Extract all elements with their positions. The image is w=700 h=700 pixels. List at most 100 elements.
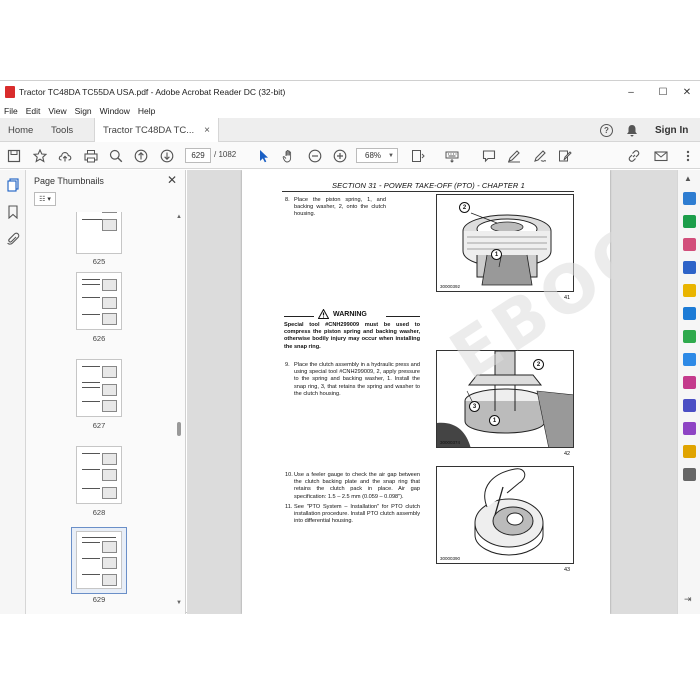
hydraulic-press-illustration bbox=[437, 351, 573, 447]
menu-help[interactable]: Help bbox=[138, 106, 155, 116]
more-tools-icon[interactable] bbox=[683, 468, 696, 481]
more-tools-button[interactable] bbox=[680, 148, 696, 164]
help-button[interactable]: ? bbox=[600, 118, 613, 142]
page-number-input[interactable]: 629 bbox=[185, 148, 211, 163]
scroll-up-icon[interactable]: ▲ bbox=[176, 214, 182, 220]
thumbnail-page[interactable] bbox=[76, 359, 122, 417]
page-thumbnails-panel: Page Thumbnails ✕ ☷ ▾ 625 626 627 628 62… bbox=[26, 170, 186, 614]
notifications-button[interactable] bbox=[626, 118, 638, 142]
select-tool-button[interactable] bbox=[256, 148, 272, 164]
clutch-housing-illustration bbox=[462, 212, 552, 286]
step-11: 11. See "PTO System – Installation" for … bbox=[285, 504, 420, 526]
share-link-button[interactable] bbox=[626, 148, 642, 164]
save-button[interactable] bbox=[6, 148, 22, 164]
cloud-upload-icon bbox=[58, 152, 72, 162]
menu-edit[interactable]: Edit bbox=[26, 106, 41, 116]
zoom-level-value: 68% bbox=[365, 151, 382, 160]
arrow-down-circle-icon bbox=[160, 149, 174, 163]
organize-pages-icon[interactable] bbox=[683, 330, 696, 343]
tab-tools[interactable]: Tools bbox=[51, 118, 73, 142]
scroll-thumb[interactable] bbox=[177, 422, 181, 436]
warning-triangle-icon bbox=[318, 309, 329, 319]
close-window-button[interactable]: ✕ bbox=[670, 81, 700, 103]
thumbnail-page[interactable] bbox=[76, 212, 122, 254]
search-tool-icon[interactable] bbox=[683, 192, 696, 205]
figure-code: 30000390 bbox=[440, 556, 461, 561]
find-button[interactable] bbox=[108, 148, 124, 164]
zoom-level-select[interactable]: 68% ▼ bbox=[356, 148, 398, 163]
edit-pdf-icon[interactable] bbox=[683, 261, 696, 274]
document-view[interactable]: SECTION 31 - POWER TAKE-OFF (PTO) - CHAP… bbox=[187, 170, 677, 614]
thumbnail-page-number: 627 bbox=[92, 421, 106, 430]
cloud-upload-button[interactable] bbox=[57, 148, 73, 164]
warning-rule-left bbox=[284, 316, 314, 317]
figure-number: 43 bbox=[564, 567, 571, 573]
feeler-gauge-illustration bbox=[474, 468, 544, 556]
page-header: SECTION 31 - POWER TAKE-OFF (PTO) - CHAP… bbox=[332, 181, 525, 190]
more-dots-icon bbox=[686, 150, 690, 162]
thumbnails-scrollbar[interactable]: ▲ ▼ bbox=[174, 212, 184, 612]
combine-files-icon[interactable] bbox=[683, 307, 696, 320]
pdf-page: SECTION 31 - POWER TAKE-OFF (PTO) - CHAP… bbox=[242, 170, 610, 614]
step-text: Use a feeler gauge to check the air gap … bbox=[294, 472, 420, 500]
request-signature-icon[interactable] bbox=[683, 422, 696, 435]
attachments-nav-button[interactable] bbox=[6, 232, 20, 246]
collapse-rail-icon[interactable]: ▲ bbox=[684, 174, 697, 187]
hand-tool-button[interactable] bbox=[281, 148, 297, 164]
hand-icon bbox=[282, 150, 292, 163]
protect-icon[interactable] bbox=[683, 399, 696, 412]
comment-button[interactable] bbox=[481, 148, 497, 164]
star-icon bbox=[33, 149, 47, 163]
bookmarks-nav-button[interactable] bbox=[6, 205, 20, 220]
page-display-button[interactable] bbox=[410, 148, 426, 164]
figure-41: 2 1 30000392 bbox=[436, 194, 574, 292]
search-icon bbox=[109, 149, 123, 163]
menu-window[interactable]: Window bbox=[100, 106, 130, 116]
fill-sign-tool-icon[interactable] bbox=[683, 376, 696, 389]
thumbnail-page-number: 626 bbox=[92, 334, 106, 343]
menu-view[interactable]: View bbox=[48, 106, 66, 116]
left-navigation-rail bbox=[0, 170, 26, 614]
step-number: 8. bbox=[285, 197, 290, 203]
sign-in-button[interactable]: Sign In bbox=[655, 118, 688, 142]
zoom-out-button[interactable] bbox=[307, 148, 323, 164]
tab-home[interactable]: Home bbox=[8, 118, 33, 142]
tab-document[interactable]: Tractor TC48DA TC... × bbox=[94, 118, 219, 143]
menu-sign[interactable]: Sign bbox=[75, 106, 92, 116]
thumbnail-options-menu[interactable]: ☷ ▾ bbox=[34, 192, 56, 206]
scroll-down-icon[interactable]: ▼ bbox=[176, 600, 182, 606]
menu-bar: File Edit View Sign Window Help bbox=[0, 103, 700, 118]
enhance-scans-icon[interactable] bbox=[683, 353, 696, 366]
thumbnail-page-selected[interactable] bbox=[76, 531, 122, 589]
expand-rail-icon[interactable]: ⇥ bbox=[684, 594, 697, 607]
print-button[interactable] bbox=[83, 148, 99, 164]
plus-circle-icon bbox=[333, 149, 347, 163]
next-page-button[interactable] bbox=[159, 148, 175, 164]
send-for-review-icon[interactable] bbox=[683, 445, 696, 458]
email-button[interactable] bbox=[653, 148, 669, 164]
acrobat-window: Tractor TC48DA TC55DA USA.pdf - Adobe Ac… bbox=[0, 80, 700, 614]
chevron-down-icon: ▼ bbox=[388, 152, 394, 159]
fill-sign-icon bbox=[559, 150, 572, 162]
thumbnail-page-number: 629 bbox=[92, 595, 106, 604]
step-text: Place the piston spring, 1, and backing … bbox=[294, 197, 386, 218]
close-panel-icon[interactable]: ✕ bbox=[167, 173, 177, 187]
sign-button[interactable] bbox=[532, 148, 548, 164]
fill-sign-button[interactable] bbox=[557, 148, 573, 164]
thumbnail-page[interactable] bbox=[76, 272, 122, 330]
comment-tool-icon[interactable] bbox=[683, 284, 696, 297]
export-pdf-icon[interactable] bbox=[683, 215, 696, 228]
thumbnail-page[interactable] bbox=[76, 446, 122, 504]
zoom-in-button[interactable] bbox=[332, 148, 348, 164]
figure-code: 30000374 bbox=[440, 440, 461, 445]
comment-icon bbox=[482, 150, 496, 163]
highlight-button[interactable] bbox=[506, 148, 522, 164]
page-thumbnails-nav-button[interactable] bbox=[6, 178, 20, 192]
keyboard-tool-button[interactable] bbox=[444, 148, 460, 164]
previous-page-button[interactable] bbox=[133, 148, 149, 164]
create-pdf-icon[interactable] bbox=[683, 238, 696, 251]
menu-file[interactable]: File bbox=[4, 106, 18, 116]
tab-close-icon[interactable]: × bbox=[204, 125, 210, 136]
minimize-button[interactable]: – bbox=[614, 81, 648, 103]
bookmark-star-button[interactable] bbox=[32, 148, 48, 164]
